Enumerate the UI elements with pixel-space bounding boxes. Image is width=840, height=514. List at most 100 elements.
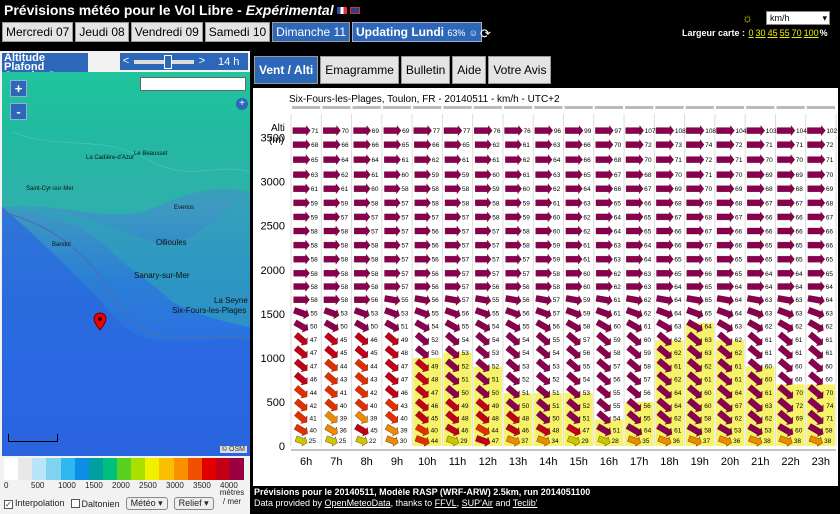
tab-votre-avis[interactable]: Votre Avis [488,56,552,84]
wind-arrow-shape [384,345,399,359]
wind-arrow-shape [324,332,338,346]
wind-speed-label: 70 [644,157,652,164]
wind-speed-label: 51 [583,415,591,422]
width-option-70[interactable]: 70 [792,28,802,38]
layer-select[interactable]: Altitude Plafond Couche Conv [2,53,88,72]
french-flag-icon[interactable] [336,7,347,14]
daltonien-toggle[interactable]: Daltonien [70,498,120,509]
wind-speed-label: 53 [764,428,772,435]
wind-speed-label: 57 [583,337,591,344]
link-teclib[interactable]: Teclib' [513,498,538,508]
wind-arrow-shape [747,331,763,347]
wind-speed-label: 61 [583,243,591,250]
zoom-out-button[interactable]: - [10,103,27,120]
wind-speed-label: 56 [522,310,530,317]
hour-next-button[interactable]: > [196,54,208,69]
link-ffvl[interactable]: FFVL [435,498,457,508]
wind-arrow-shape [565,295,583,306]
wind-speed-label: 64 [735,284,743,291]
wind-speed-label: 57 [492,271,500,278]
units-select[interactable]: km/h ▾ [766,11,830,25]
wind-arrow-shape [596,281,613,292]
day-tab-samedi[interactable]: Samedi 10 [204,22,271,42]
zoom-in-button[interactable]: + [10,80,27,97]
meteo-select[interactable]: Météo ▾ [125,497,168,510]
layer-add-button[interactable]: + [236,98,248,110]
wind-arrow-shape [626,225,644,237]
relief-select[interactable]: Relief ▾ [173,497,214,510]
wind-arrow-shape [414,281,431,292]
wind-arrow-shape [565,225,583,237]
interpolation-toggle[interactable]: ✓ Interpolation [4,498,65,509]
location-marker-icon[interactable] [93,312,107,332]
refresh-icon[interactable]: ⟳ [480,26,491,42]
wind-arrow-shape [414,154,432,166]
footer-and: and [492,498,513,508]
map-search-input[interactable] [140,77,246,91]
wind-speed-label: 53 [734,428,742,435]
wind-speed-label: 55 [583,363,591,370]
day-tab-jeudi[interactable]: Jeudi 08 [75,22,129,42]
hour-knob[interactable] [164,54,172,69]
wind-arrow-shape [716,154,735,166]
map[interactable]: + - + Le Beausset La Cadière-d'Azur Sain… [2,72,250,456]
wind-arrow-shape [716,295,734,306]
hour-slider[interactable]: < > 14 h [120,53,248,70]
wind-arrow-shape [777,211,795,223]
tab-aide[interactable]: Aide [452,56,487,84]
wind-arrow-shape [716,197,735,209]
wind-arrow-shape [384,281,401,292]
width-option-55[interactable]: 55 [780,28,790,38]
day-tab-vendredi[interactable]: Vendredi 09 [130,22,203,42]
tab-vent-alti[interactable]: Vent / Alti [254,56,319,84]
wind-arrow [656,281,674,292]
wind-arrow-shape [535,319,551,333]
english-flag-icon[interactable] [349,7,360,14]
wind-arrow-shape [384,197,401,209]
tab-bulletin[interactable]: Bulletin [400,56,451,84]
wind-arrow-shape [746,169,765,181]
wind-arrow-shape [324,424,338,437]
width-option-30[interactable]: 30 [756,28,766,38]
x-tick-label: 7h [330,456,342,468]
wind-arrow [293,332,308,346]
wind-arrow [777,344,793,360]
osm-credit[interactable]: © OSM [219,446,247,453]
wind-arrow [596,267,613,279]
wind-speed-label: 55 [643,415,651,422]
width-option-45[interactable]: 45 [768,28,778,38]
wind-arrow-shape [444,225,462,237]
title-text: Prévisions météo pour le Vol Libre - [4,2,246,18]
width-option-100[interactable]: 100 [804,28,819,38]
wind-speed-label: 60 [553,229,561,236]
wind-speed-label: 65 [735,271,743,278]
hour-track[interactable] [134,54,194,69]
width-option-0[interactable]: 0 [749,28,754,38]
link-supair[interactable]: SUP'Air [462,498,493,508]
wind-speed-label: 70 [342,128,350,135]
link-openmeteodata[interactable]: OpenMeteoData [325,498,391,508]
wind-arrow [354,225,371,237]
wind-speed-label: 37 [703,438,711,445]
wind-arrow [686,139,705,151]
wind-speed-label: 61 [462,157,470,164]
wind-speed-label: 42 [370,390,378,397]
day-tab-dimanche[interactable]: Dimanche 11 [272,22,350,42]
wind-arrow [656,319,673,333]
wind-arrow-shape [716,211,735,223]
wind-arrow [535,139,553,151]
tab-emagramme[interactable]: Emagramme [320,56,399,84]
wind-speed-label: 52 [552,377,560,384]
wind-arrow-shape [293,385,308,399]
wind-arrow [504,307,522,320]
wind-speed-label: 58 [341,243,349,250]
wind-speed-label: 55 [553,337,561,344]
day-tab-mercredi[interactable]: Mercredi 07 [2,22,74,42]
wind-arrow [535,169,553,181]
hour-prev-button[interactable]: < [120,54,132,69]
x-tick-label: 23h [812,456,830,468]
wind-speed-label: 70 [826,172,834,179]
wind-speed-label: 62 [492,142,500,149]
wind-arrow [293,211,310,223]
wind-arrow-shape [716,319,733,333]
